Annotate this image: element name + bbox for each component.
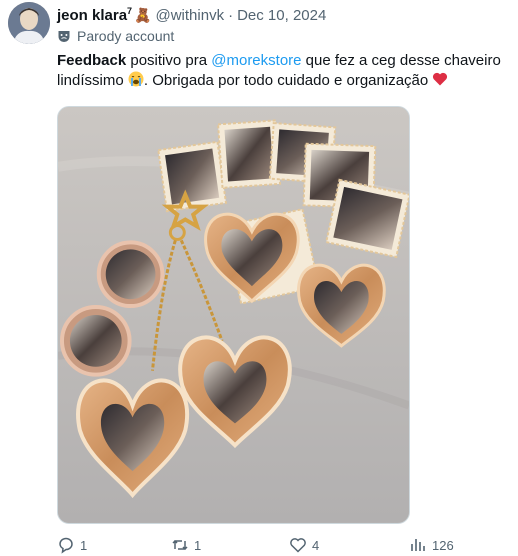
name-superscript: 7 bbox=[127, 6, 133, 16]
reply-button[interactable]: 1 bbox=[57, 536, 87, 554]
parody-label: Parody account bbox=[57, 28, 174, 44]
teddy-bear-icon: 🧸 bbox=[134, 7, 152, 23]
display-name[interactable]: jeon klara7 bbox=[57, 6, 132, 24]
tweet-text: Feedback positivo pra @morekstore que fe… bbox=[57, 51, 509, 91]
bar-chart-icon bbox=[411, 539, 425, 551]
bold-word: Feedback bbox=[57, 52, 127, 69]
theater-mask-icon bbox=[58, 31, 70, 42]
user-handle[interactable]: @withinvk bbox=[156, 7, 225, 24]
like-count: 4 bbox=[312, 537, 320, 553]
parody-text: Parody account bbox=[77, 28, 175, 44]
mention-link[interactable]: @morekstore bbox=[211, 52, 301, 69]
text-part-1: positivo pra bbox=[126, 52, 212, 69]
view-count: 126 bbox=[432, 537, 454, 553]
reply-icon bbox=[59, 537, 73, 554]
like-button[interactable]: 4 bbox=[289, 536, 319, 554]
reply-count: 1 bbox=[80, 537, 88, 553]
text-part-3: . Obrigada por todo cuidado e organizaçã… bbox=[143, 72, 433, 89]
views-button[interactable]: 126 bbox=[409, 536, 454, 554]
tweet: jeon klara7 🧸 @withinvk · Dec 10, 2024 P… bbox=[0, 0, 518, 556]
retweet-button[interactable]: 1 bbox=[171, 536, 201, 554]
tweet-header: jeon klara7 🧸 @withinvk · Dec 10, 2024 bbox=[57, 5, 326, 25]
heart-icon bbox=[290, 538, 306, 553]
tweet-date[interactable]: Dec 10, 2024 bbox=[237, 7, 326, 24]
retweet-icon bbox=[172, 539, 188, 551]
loudly-crying-face-icon bbox=[128, 71, 144, 87]
tweet-actions: 1 1 4 126 bbox=[57, 536, 509, 556]
keychain-photo-image bbox=[58, 107, 409, 523]
separator-dot: · bbox=[228, 6, 234, 24]
tweet-photo[interactable] bbox=[57, 106, 410, 524]
red-heart-icon bbox=[433, 72, 448, 86]
avatar[interactable] bbox=[8, 2, 50, 44]
retweet-count: 1 bbox=[194, 537, 202, 553]
